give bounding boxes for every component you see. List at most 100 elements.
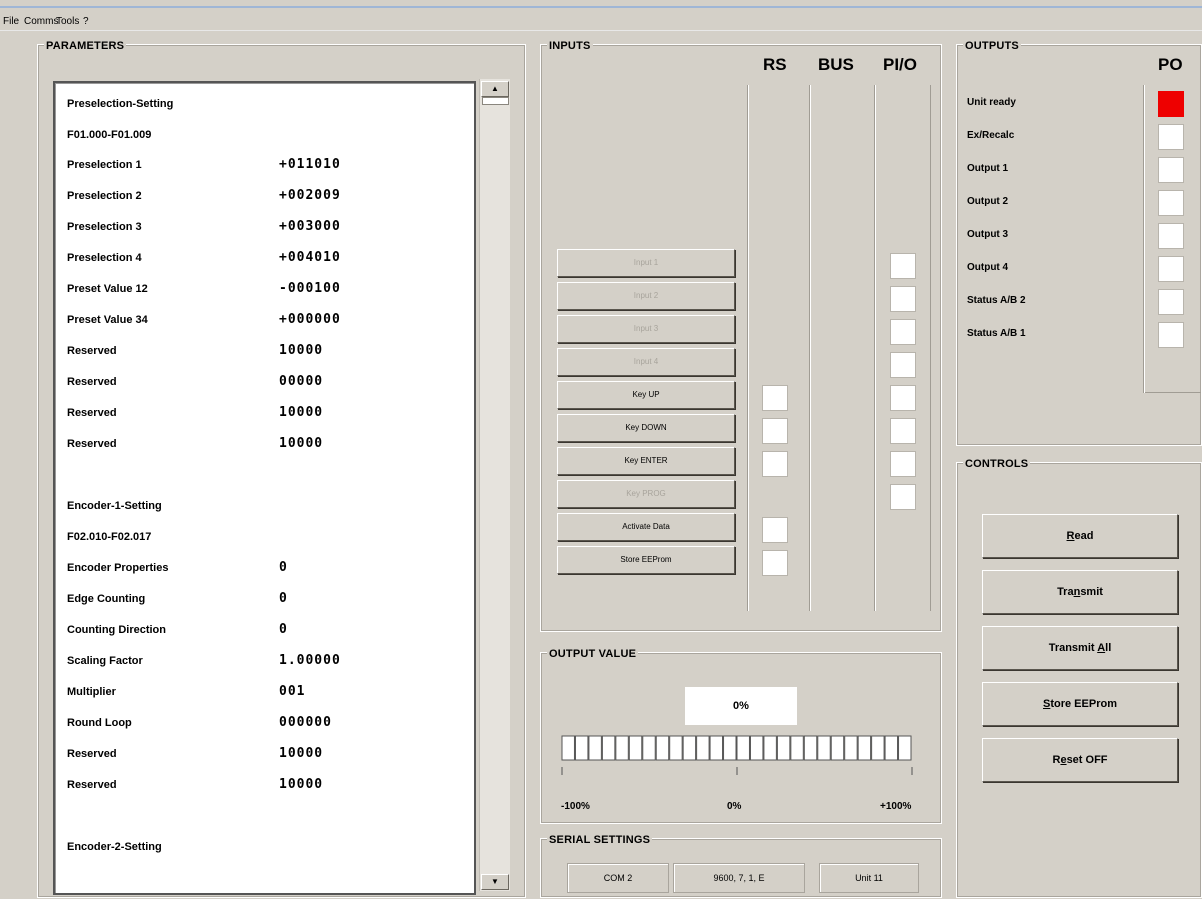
output-bar-segment [655,735,670,761]
parameter-label: Reserved [67,345,117,357]
control-button-text: set OFF [1066,754,1108,766]
rs-indicator [762,517,788,543]
parameter-value[interactable]: 10000 [279,405,323,420]
menu-help[interactable]: ? [83,16,89,27]
input-button: Input 2 [557,282,735,310]
input-button: Input 4 [557,348,735,376]
rs-indicator [762,451,788,477]
output-bar-segment [763,735,777,761]
control-button[interactable]: Read [982,514,1178,558]
output-bar-segment [736,735,750,761]
pio-indicator [890,385,916,411]
output-label: Status A/B 1 [967,328,1026,339]
output-value-panel: OUTPUT VALUE 0% -100% 0% +100% [540,648,942,824]
parameter-label: Round Loop [67,717,132,729]
output-bar-segment [723,735,737,761]
parameter-value[interactable]: 00000 [279,374,323,389]
parameter-label: F01.000-F01.009 [67,129,152,141]
output-bar-segment [830,735,845,761]
serial-params-field: 9600, 7, 1, E [673,863,805,893]
parameter-label: Preselection 2 [67,190,142,202]
rs-indicator [762,418,788,444]
parameter-value[interactable]: +002009 [279,188,341,203]
parameter-value[interactable]: 000000 [279,715,332,730]
parameters-panel: PARAMETERS Preselection-Setting F01.000-F… [37,40,526,898]
input-button[interactable]: Key UP [557,381,735,409]
rs-indicator [762,385,788,411]
menu-file[interactable]: File [3,16,19,27]
parameter-value[interactable]: 10000 [279,436,323,451]
parameter-label: Encoder-2-Setting [67,841,162,853]
po-column-divider [1145,392,1201,393]
menu-bar: File Comms Tools ? [0,0,1202,31]
input-button[interactable]: Key ENTER [557,447,735,475]
parameter-label: Reserved [67,779,117,791]
parameters-title: PARAMETERS [44,40,127,52]
parameter-value[interactable]: 10000 [279,777,323,792]
parameter-value[interactable]: +004010 [279,250,341,265]
output-bar-segment [642,735,656,761]
parameter-value[interactable]: +003000 [279,219,341,234]
output-bar-segment [682,735,697,761]
output-bar-segment [615,735,629,761]
column-divider [930,85,931,611]
parameter-label: Reserved [67,438,117,450]
parameter-value[interactable]: 1.00000 [279,653,341,668]
parameters-list[interactable]: Preselection-Setting F01.000-F01.009 Prese… [53,81,476,895]
menu-comms[interactable]: Comms [24,16,58,27]
parameters-scrollbar[interactable]: ▲ ▼ [479,79,510,891]
control-button-text: tore EEProm [1050,698,1117,710]
menu-tools[interactable]: Tools [56,16,79,27]
output-label: Ex/Recalc [967,130,1015,141]
parameter-label: Preselection-Setting [67,98,174,110]
input-button: Key PROG [557,480,735,508]
inputs-panel: INPUTS RS BUS PI/O Input 1 Input 2 Input 3… [540,40,942,632]
output-label: Unit ready [967,97,1016,108]
rs-indicator [762,550,788,576]
serial-settings-title: SERIAL SETTINGS [547,834,653,846]
output-bar-segment [884,735,899,761]
parameter-value[interactable]: +000000 [279,312,341,327]
output-bar-segment [857,735,872,761]
output-bar-segment [898,735,912,761]
output-bar-segment [871,735,885,761]
output-label: Output 4 [967,262,1009,273]
output-bar-segment [709,735,724,761]
inputs-title: INPUTS [547,40,593,52]
column-divider [875,85,876,611]
scroll-down-button[interactable]: ▼ [481,874,509,890]
parameter-value[interactable]: 0 [279,591,288,606]
control-button[interactable]: Store EEProm [982,682,1178,726]
control-button-text: ead [1074,530,1094,542]
parameter-label: Edge Counting [67,593,146,605]
parameter-label: Preset Value 34 [67,314,148,326]
parameter-label: Preselection 1 [67,159,142,171]
input-button[interactable]: Store EEProm [557,546,735,574]
parameter-value[interactable]: 10000 [279,746,323,761]
input-button[interactable]: Key DOWN [557,414,735,442]
output-value-display: 0% [685,687,797,725]
parameter-label: Multiplier [67,686,116,698]
control-button[interactable]: Transmit [982,570,1178,614]
parameter-value[interactable]: 0 [279,560,288,575]
po-indicator [1158,289,1184,315]
scroll-up-button[interactable]: ▲ [481,81,509,97]
parameter-value[interactable]: -000100 [279,281,341,296]
control-button[interactable]: Reset OFF [982,738,1178,782]
scroll-thumb[interactable] [482,97,509,105]
input-button[interactable]: Activate Data [557,513,735,541]
control-button[interactable]: Transmit All [982,626,1178,670]
output-bar-segment [601,735,616,761]
parameter-value[interactable]: 10000 [279,343,323,358]
controls-panel: CONTROLS Read Transmit Transmit All Store E… [956,458,1202,898]
output-bar-segment [844,735,858,761]
parameter-label: Scaling Factor [67,655,143,667]
pio-indicator [890,484,916,510]
output-label: Output 1 [967,163,1009,174]
parameter-value[interactable]: 0 [279,622,288,637]
column-pio: PI/O [883,55,918,74]
parameter-value[interactable]: 001 [279,684,305,699]
window-top-edge [0,0,1202,8]
po-indicator [1158,190,1184,216]
parameter-value[interactable]: +011010 [279,157,341,172]
